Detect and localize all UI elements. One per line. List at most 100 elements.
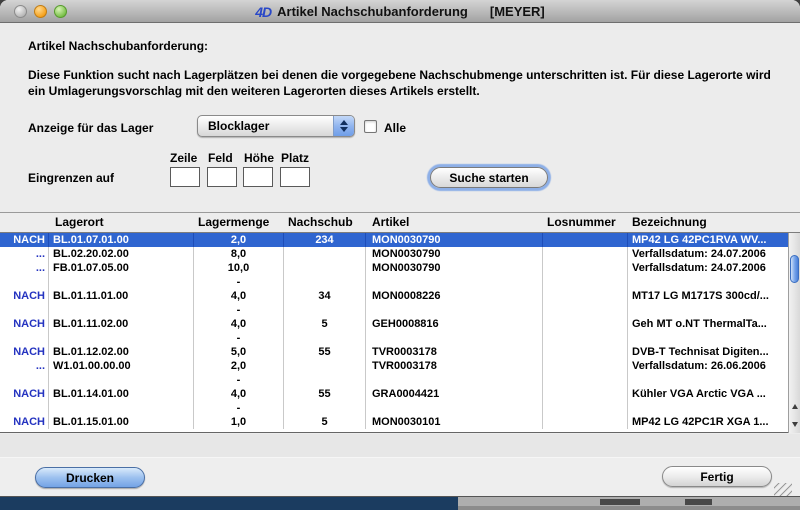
cell-status: ... [0, 359, 49, 373]
header-lagerort[interactable]: Lagerort [49, 213, 194, 232]
cell-lagermenge: 4,0 [194, 387, 284, 401]
cell-artikel [366, 373, 543, 387]
cell-lagerort [49, 373, 194, 387]
cell-bezeichnung: MT17 LG M1717S 300cd/... [628, 289, 788, 303]
cell-losnummer [543, 387, 628, 401]
cell-bezeichnung [628, 275, 788, 289]
cell-bezeichnung [628, 303, 788, 317]
app-window: 4D Artikel Nachschubanforderung [MEYER] … [0, 0, 800, 497]
titlebar[interactable]: 4D Artikel Nachschubanforderung [MEYER] [0, 0, 800, 23]
table-row[interactable]: NACHBL.01.11.02.004,05GEH0008816Geh MT o… [0, 317, 788, 331]
table-row[interactable]: - [0, 373, 788, 387]
fertig-button[interactable]: Fertig [662, 466, 772, 487]
cell-lagermenge: 1,0 [194, 415, 284, 429]
feld-label: Feld [208, 151, 233, 165]
cell-status: ... [0, 261, 49, 275]
table-row[interactable]: ...FB.01.07.05.0010,0MON0030790Verfallsd… [0, 261, 788, 275]
cell-artikel: TVR0003178 [366, 345, 543, 359]
header-nachschub[interactable]: Nachschub [284, 213, 366, 232]
cell-losnummer [543, 247, 628, 261]
header-artikel[interactable]: Artikel [366, 213, 543, 232]
cell-losnummer [543, 275, 628, 289]
page-title: Artikel Nachschubanforderung: [28, 39, 208, 53]
vertical-scrollbar[interactable] [788, 233, 800, 433]
window-title-user: [MEYER] [490, 4, 545, 19]
cell-nachschub: 234 [284, 233, 366, 247]
header-status[interactable] [0, 213, 49, 232]
cell-bezeichnung: Geh MT o.NT ThermalTa... [628, 317, 788, 331]
lager-dropdown-value: Blocklager [198, 119, 333, 133]
table-row[interactable]: ...W1.01.00.00.002,0TVR0003178Verfallsda… [0, 359, 788, 373]
cell-lagerort: FB.01.07.05.00 [49, 261, 194, 275]
4d-logo-icon: 4D [255, 4, 271, 20]
table-row[interactable]: NACHBL.01.11.01.004,034MON0008226MT17 LG… [0, 289, 788, 303]
table-row[interactable]: - [0, 331, 788, 345]
cell-bezeichnung: MP42 LG 42PC1R XGA 1... [628, 415, 788, 429]
table-row[interactable]: NACHBL.01.07.01.002,0234MON0030790MP42 L… [0, 233, 788, 247]
cell-status [0, 331, 49, 345]
cell-artikel: TVR0003178 [366, 359, 543, 373]
cell-lagermenge: 10,0 [194, 261, 284, 275]
cell-status [0, 275, 49, 289]
title-group: 4D Artikel Nachschubanforderung [MEYER] [0, 0, 800, 23]
header-losnummer[interactable]: Losnummer [543, 213, 628, 232]
scrollbar-arrows [789, 397, 800, 433]
cell-nachschub: 55 [284, 345, 366, 359]
cell-status: NACH [0, 233, 49, 247]
scroll-up-icon[interactable] [789, 397, 800, 415]
cell-bezeichnung: Verfallsdatum: 24.07.2006 [628, 247, 788, 261]
header-bezeichnung[interactable]: Bezeichnung [628, 213, 788, 232]
alle-checkbox-label: Alle [384, 121, 406, 135]
table-row[interactable]: - [0, 303, 788, 317]
cell-nachschub [284, 373, 366, 387]
table-row[interactable]: ...BL.02.20.02.008,0MON0030790Verfallsda… [0, 247, 788, 261]
cell-status: NACH [0, 387, 49, 401]
cell-losnummer [543, 401, 628, 415]
zeile-input[interactable] [170, 167, 200, 187]
scrollbar-thumb[interactable] [790, 255, 799, 283]
cell-nachschub [284, 359, 366, 373]
cell-lagermenge: - [194, 275, 284, 289]
table-row[interactable]: NACHBL.01.12.02.005,055TVR0003178DVB-T T… [0, 345, 788, 359]
cell-artikel: MON0030790 [366, 247, 543, 261]
cell-nachschub [284, 303, 366, 317]
cell-bezeichnung: Verfallsdatum: 26.06.2006 [628, 359, 788, 373]
zeile-label: Zeile [170, 151, 197, 165]
cell-lagerort: BL.01.12.02.00 [49, 345, 194, 359]
table-row[interactable]: NACHBL.01.15.01.001,05MON0030101MP42 LG … [0, 415, 788, 429]
cell-artikel: GRA0004421 [366, 387, 543, 401]
cell-lagerort: W1.01.00.00.00 [49, 359, 194, 373]
table-row[interactable]: NACHBL.01.14.01.004,055GRA0004421Kühler … [0, 387, 788, 401]
table-row[interactable]: - [0, 401, 788, 415]
hoehe-input[interactable] [243, 167, 273, 187]
table-header: Lagerort Lagermenge Nachschub Artikel Lo… [0, 213, 800, 233]
cell-bezeichnung: Verfallsdatum: 24.07.2006 [628, 261, 788, 275]
cell-lagermenge: - [194, 303, 284, 317]
drucken-button[interactable]: Drucken [35, 467, 145, 488]
cell-nachschub: 34 [284, 289, 366, 303]
cell-lagermenge: 4,0 [194, 317, 284, 331]
cell-artikel: MON0030101 [366, 415, 543, 429]
cell-lagerort [49, 331, 194, 345]
cell-lagerort [49, 275, 194, 289]
header-lagermenge[interactable]: Lagermenge [194, 213, 284, 232]
cell-lagermenge: 2,0 [194, 233, 284, 247]
cell-nachschub [284, 247, 366, 261]
eingrenzen-label: Eingrenzen auf [28, 171, 114, 185]
cell-bezeichnung [628, 373, 788, 387]
cell-losnummer [543, 415, 628, 429]
scroll-down-icon[interactable] [789, 415, 800, 433]
resize-handle-icon[interactable] [774, 483, 792, 497]
cell-status: NACH [0, 317, 49, 331]
alle-checkbox[interactable] [364, 120, 377, 133]
cell-status: NACH [0, 345, 49, 359]
cell-nachschub [284, 331, 366, 345]
feld-input[interactable] [207, 167, 237, 187]
lager-dropdown[interactable]: Blocklager [197, 115, 355, 137]
cell-lagerort: BL.01.07.01.00 [49, 233, 194, 247]
cell-status: NACH [0, 289, 49, 303]
suche-starten-button[interactable]: Suche starten [430, 167, 548, 188]
cell-lagerort: BL.01.11.02.00 [49, 317, 194, 331]
platz-input[interactable] [280, 167, 310, 187]
table-row[interactable]: - [0, 275, 788, 289]
